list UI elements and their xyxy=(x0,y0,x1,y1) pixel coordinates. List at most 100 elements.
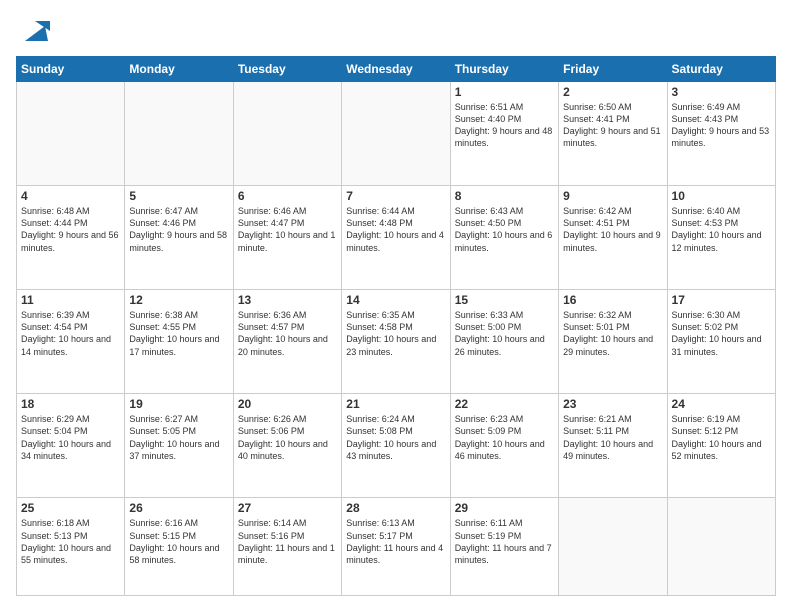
day-info: Sunrise: 6:38 AM Sunset: 4:55 PM Dayligh… xyxy=(129,309,228,358)
day-info: Sunrise: 6:48 AM Sunset: 4:44 PM Dayligh… xyxy=(21,205,120,254)
day-number: 14 xyxy=(346,293,445,307)
day-info: Sunrise: 6:30 AM Sunset: 5:02 PM Dayligh… xyxy=(672,309,771,358)
calendar-cell: 18 Sunrise: 6:29 AM Sunset: 5:04 PM Dayli… xyxy=(17,394,125,498)
calendar-cell: 7Sunrise: 6:44 AM Sunset: 4:48 PM Daylig… xyxy=(342,186,450,290)
day-info: Sunrise: 6:14 AM Sunset: 5:16 PM Dayligh… xyxy=(238,517,337,566)
day-number: 27 xyxy=(238,501,337,515)
day-number: 11 xyxy=(21,293,120,307)
calendar-header-tuesday: Tuesday xyxy=(233,57,341,82)
calendar-cell: 2 Sunrise: 6:50 AM Sunset: 4:41 PM Daylig… xyxy=(559,82,667,186)
calendar-cell xyxy=(559,498,667,596)
day-number: 12 xyxy=(129,293,228,307)
page: SundayMondayTuesdayWednesdayThursdayFrid… xyxy=(0,0,792,612)
calendar-cell: 11 Sunrise: 6:39 AM Sunset: 4:54 PM Dayli… xyxy=(17,290,125,394)
day-number: 17 xyxy=(672,293,771,307)
calendar-cell: 9 Sunrise: 6:42 AM Sunset: 4:51 PM Daylig… xyxy=(559,186,667,290)
day-number: 25 xyxy=(21,501,120,515)
day-info: Sunrise: 6:40 AM Sunset: 4:53 PM Dayligh… xyxy=(672,205,771,254)
day-number: 19 xyxy=(129,397,228,411)
calendar-cell: 20 Sunrise: 6:26 AM Sunset: 5:06 PM Dayli… xyxy=(233,394,341,498)
day-number: 13 xyxy=(238,293,337,307)
day-number: 26 xyxy=(129,501,228,515)
day-number: 18 xyxy=(21,397,120,411)
day-info: Sunrise: 6:13 AM Sunset: 5:17 PM Dayligh… xyxy=(346,517,445,566)
day-info: Sunrise: 6:32 AM Sunset: 5:01 PM Dayligh… xyxy=(563,309,662,358)
day-number: 22 xyxy=(455,397,554,411)
day-number: 3 xyxy=(672,85,771,99)
calendar-cell: 4Sunrise: 6:48 AM Sunset: 4:44 PM Daylig… xyxy=(17,186,125,290)
day-info: Sunrise: 6:51 AM Sunset: 4:40 PM Dayligh… xyxy=(455,101,554,150)
day-info: Sunrise: 6:19 AM Sunset: 5:12 PM Dayligh… xyxy=(672,413,771,462)
day-info: Sunrise: 6:43 AM Sunset: 4:50 PM Dayligh… xyxy=(455,205,554,254)
day-info: Sunrise: 6:16 AM Sunset: 5:15 PM Dayligh… xyxy=(129,517,228,566)
calendar-cell: 13 Sunrise: 6:36 AM Sunset: 4:57 PM Dayli… xyxy=(233,290,341,394)
day-info: Sunrise: 6:26 AM Sunset: 5:06 PM Dayligh… xyxy=(238,413,337,462)
calendar-header-wednesday: Wednesday xyxy=(342,57,450,82)
calendar-week-2: 4Sunrise: 6:48 AM Sunset: 4:44 PM Daylig… xyxy=(17,186,776,290)
calendar-cell xyxy=(233,82,341,186)
calendar-cell: 1 Sunrise: 6:51 AM Sunset: 4:40 PM Daylig… xyxy=(450,82,558,186)
day-info: Sunrise: 6:39 AM Sunset: 4:54 PM Dayligh… xyxy=(21,309,120,358)
day-info: Sunrise: 6:49 AM Sunset: 4:43 PM Dayligh… xyxy=(672,101,771,150)
day-number: 2 xyxy=(563,85,662,99)
day-number: 10 xyxy=(672,189,771,203)
calendar-cell: 5Sunrise: 6:47 AM Sunset: 4:46 PM Daylig… xyxy=(125,186,233,290)
header xyxy=(16,16,776,46)
calendar-cell xyxy=(17,82,125,186)
calendar-cell: 12 Sunrise: 6:38 AM Sunset: 4:55 PM Dayli… xyxy=(125,290,233,394)
day-info: Sunrise: 6:21 AM Sunset: 5:11 PM Dayligh… xyxy=(563,413,662,462)
day-info: Sunrise: 6:42 AM Sunset: 4:51 PM Dayligh… xyxy=(563,205,662,254)
calendar-header-friday: Friday xyxy=(559,57,667,82)
calendar-cell: 28 Sunrise: 6:13 AM Sunset: 5:17 PM Dayli… xyxy=(342,498,450,596)
calendar-cell: 16 Sunrise: 6:32 AM Sunset: 5:01 PM Dayli… xyxy=(559,290,667,394)
calendar-week-5: 25 Sunrise: 6:18 AM Sunset: 5:13 PM Dayli… xyxy=(17,498,776,596)
calendar-header-monday: Monday xyxy=(125,57,233,82)
day-number: 28 xyxy=(346,501,445,515)
day-number: 21 xyxy=(346,397,445,411)
calendar-cell: 15 Sunrise: 6:33 AM Sunset: 5:00 PM Dayli… xyxy=(450,290,558,394)
day-info: Sunrise: 6:23 AM Sunset: 5:09 PM Dayligh… xyxy=(455,413,554,462)
day-number: 16 xyxy=(563,293,662,307)
day-info: Sunrise: 6:47 AM Sunset: 4:46 PM Dayligh… xyxy=(129,205,228,254)
logo-icon xyxy=(20,16,50,46)
calendar-cell: 10 Sunrise: 6:40 AM Sunset: 4:53 PM Dayli… xyxy=(667,186,775,290)
day-number: 9 xyxy=(563,189,662,203)
day-info: Sunrise: 6:29 AM Sunset: 5:04 PM Dayligh… xyxy=(21,413,120,462)
calendar-header-saturday: Saturday xyxy=(667,57,775,82)
logo xyxy=(16,16,50,46)
day-info: Sunrise: 6:24 AM Sunset: 5:08 PM Dayligh… xyxy=(346,413,445,462)
calendar-cell: 21 Sunrise: 6:24 AM Sunset: 5:08 PM Dayli… xyxy=(342,394,450,498)
calendar-cell xyxy=(342,82,450,186)
calendar-week-1: 1 Sunrise: 6:51 AM Sunset: 4:40 PM Daylig… xyxy=(17,82,776,186)
day-info: Sunrise: 6:11 AM Sunset: 5:19 PM Dayligh… xyxy=(455,517,554,566)
calendar-cell: 26 Sunrise: 6:16 AM Sunset: 5:15 PM Dayli… xyxy=(125,498,233,596)
calendar-cell: 27 Sunrise: 6:14 AM Sunset: 5:16 PM Dayli… xyxy=(233,498,341,596)
calendar-week-3: 11 Sunrise: 6:39 AM Sunset: 4:54 PM Dayli… xyxy=(17,290,776,394)
calendar-cell: 19Sunrise: 6:27 AM Sunset: 5:05 PM Dayli… xyxy=(125,394,233,498)
calendar-week-4: 18 Sunrise: 6:29 AM Sunset: 5:04 PM Dayli… xyxy=(17,394,776,498)
day-number: 1 xyxy=(455,85,554,99)
calendar-cell: 6Sunrise: 6:46 AM Sunset: 4:47 PM Daylig… xyxy=(233,186,341,290)
day-number: 29 xyxy=(455,501,554,515)
calendar-header-row: SundayMondayTuesdayWednesdayThursdayFrid… xyxy=(17,57,776,82)
day-info: Sunrise: 6:36 AM Sunset: 4:57 PM Dayligh… xyxy=(238,309,337,358)
calendar-cell: 8Sunrise: 6:43 AM Sunset: 4:50 PM Daylig… xyxy=(450,186,558,290)
day-info: Sunrise: 6:33 AM Sunset: 5:00 PM Dayligh… xyxy=(455,309,554,358)
day-info: Sunrise: 6:50 AM Sunset: 4:41 PM Dayligh… xyxy=(563,101,662,150)
day-number: 7 xyxy=(346,189,445,203)
calendar-header-thursday: Thursday xyxy=(450,57,558,82)
day-number: 15 xyxy=(455,293,554,307)
day-info: Sunrise: 6:35 AM Sunset: 4:58 PM Dayligh… xyxy=(346,309,445,358)
day-number: 20 xyxy=(238,397,337,411)
calendar-cell xyxy=(125,82,233,186)
day-number: 6 xyxy=(238,189,337,203)
calendar-cell: 22 Sunrise: 6:23 AM Sunset: 5:09 PM Dayli… xyxy=(450,394,558,498)
calendar-cell: 17 Sunrise: 6:30 AM Sunset: 5:02 PM Dayli… xyxy=(667,290,775,394)
day-number: 24 xyxy=(672,397,771,411)
calendar-header-sunday: Sunday xyxy=(17,57,125,82)
calendar-cell: 25 Sunrise: 6:18 AM Sunset: 5:13 PM Dayli… xyxy=(17,498,125,596)
calendar-cell: 23Sunrise: 6:21 AM Sunset: 5:11 PM Dayli… xyxy=(559,394,667,498)
calendar-table: SundayMondayTuesdayWednesdayThursdayFrid… xyxy=(16,56,776,596)
day-info: Sunrise: 6:18 AM Sunset: 5:13 PM Dayligh… xyxy=(21,517,120,566)
calendar-cell: 29 Sunrise: 6:11 AM Sunset: 5:19 PM Dayli… xyxy=(450,498,558,596)
